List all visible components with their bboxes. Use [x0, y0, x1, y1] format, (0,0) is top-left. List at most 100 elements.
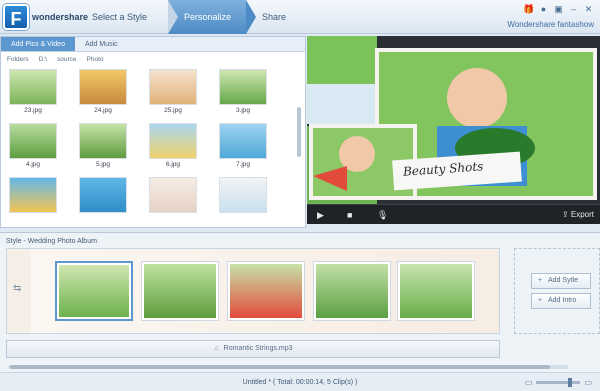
export-icon: ⇪: [561, 210, 569, 219]
breadcrumb-item[interactable]: Folders: [7, 56, 29, 63]
add-style-button[interactable]: + Add Sytle: [531, 273, 591, 289]
status-bar: Untitled * ( Total: 00:00:14, 5 Clip(s) …: [0, 372, 600, 391]
clip-scene: [144, 264, 216, 318]
gift-icon[interactable]: 🎁: [523, 4, 534, 15]
preview-player: Beauty Shots: [307, 36, 600, 224]
clip-thumbnail[interactable]: [227, 261, 305, 321]
preview-image: [307, 36, 600, 204]
chevron-icon: [246, 0, 256, 34]
file-thumbnail[interactable]: [5, 177, 61, 215]
minimize-icon[interactable]: –: [568, 4, 579, 15]
step-personalize[interactable]: Personalize: [168, 0, 256, 34]
photo-thumbnail: [9, 69, 57, 105]
library-tabs: Add Pics & Video Add Music: [1, 37, 305, 52]
breadcrumb-item[interactable]: Photo: [87, 56, 104, 63]
clip-scene: [59, 265, 129, 317]
photo-thumbnail: [149, 69, 197, 105]
vertical-scrollbar[interactable]: [297, 107, 301, 157]
file-thumbnail[interactable]: 24.jpg: [75, 69, 131, 114]
tab-add-music[interactable]: Add Music: [75, 37, 128, 51]
scrollbar-thumb[interactable]: [10, 365, 550, 369]
clip-thumbnail[interactable]: [55, 261, 133, 321]
file-thumbnail[interactable]: 6.jpg: [145, 123, 201, 168]
strip-handle[interactable]: ⇆: [7, 249, 31, 333]
zoom-knob[interactable]: [568, 378, 573, 387]
export-button[interactable]: ⇪ Export: [552, 205, 594, 225]
clip-scene: [316, 264, 388, 318]
photo-thumbnail: [149, 177, 197, 213]
photo-thumbnail: [219, 69, 267, 105]
file-name: 4.jpg: [25, 161, 41, 168]
file-name: 5.jpg: [95, 161, 111, 168]
wizard-steps: Select a Style Personalize Share: [76, 0, 324, 34]
photo-thumbnail: [79, 177, 127, 213]
file-name: 3.jpg: [235, 107, 251, 114]
file-thumbnail[interactable]: 23.jpg: [5, 69, 61, 114]
zoom-in-icon[interactable]: ▭: [584, 378, 592, 387]
breadcrumb-item[interactable]: D:\: [39, 56, 47, 63]
photo-thumbnail: [219, 177, 267, 213]
close-icon[interactable]: ✕: [583, 4, 594, 15]
photo-thumbnail: [9, 123, 57, 159]
horizontal-scrollbar[interactable]: [8, 365, 568, 369]
file-thumbnail[interactable]: 4.jpg: [5, 123, 61, 168]
stop-icon[interactable]: ■: [347, 205, 352, 225]
file-name: 23.jpg: [24, 107, 42, 114]
clip-thumbnail[interactable]: [313, 261, 391, 321]
play-icon[interactable]: ▶: [317, 205, 324, 225]
header: F wondershare Select a Style Personalize…: [0, 0, 600, 34]
zoom-slider[interactable]: [536, 378, 581, 387]
clip-strip: ⇆: [6, 248, 500, 334]
chat-icon[interactable]: ▣: [553, 4, 564, 15]
music-note-icon: ♫: [213, 345, 219, 352]
brand-name: Wondershare fantashow: [507, 20, 594, 29]
file-thumbnail[interactable]: [215, 177, 271, 215]
photo-thumbnail: [79, 69, 127, 105]
add-intro-label: Add Intro: [548, 297, 577, 304]
swap-icon[interactable]: ⇆: [13, 283, 21, 294]
clip-thumbnail[interactable]: [141, 261, 219, 321]
thumbnail-grid: 23.jpg 24.jpg 25.jpg 3.jpg 4.jpg 5.jpg 6…: [5, 69, 295, 227]
microphone-icon[interactable]: 🎙: [377, 205, 388, 225]
player-controls: ▶ ■ 🎙 ⇪ Export: [307, 204, 600, 224]
photo-thumbnail: [9, 177, 57, 213]
breadcrumb: Folders D:\ source Photo: [1, 52, 305, 67]
file-thumbnail[interactable]: [145, 177, 201, 215]
tab-add-pics-video[interactable]: Add Pics & Video: [1, 37, 75, 51]
file-name: 25.jpg: [164, 107, 182, 114]
chevron-icon: [168, 0, 178, 34]
storyboard: Style - Wedding Photo Album ⇆ + Add Sytl…: [0, 232, 600, 391]
export-label: Export: [570, 210, 594, 219]
step-label: Select a Style: [92, 12, 148, 22]
file-thumbnail[interactable]: [75, 177, 131, 215]
add-intro-button[interactable]: + Add Intro: [531, 293, 591, 309]
clip-thumbnail[interactable]: [397, 261, 475, 321]
photo-thumbnail: [149, 123, 197, 159]
project-status: Untitled * ( Total: 00:00:14, 5 Clip(s) …: [242, 379, 358, 386]
comment-icon[interactable]: ●: [538, 4, 549, 15]
step-label: Share: [262, 12, 287, 22]
header-icons: 🎁 ● ▣ – ✕: [523, 4, 594, 15]
style-title: Style - Wedding Photo Album: [6, 238, 97, 245]
music-file-name: Romantic Strings.mp3: [223, 345, 293, 352]
step-share[interactable]: Share: [246, 0, 324, 34]
photo-thumbnail: [219, 123, 267, 159]
file-name: 7.jpg: [235, 161, 251, 168]
add-style-label: Add Sytle: [548, 277, 578, 284]
file-thumbnail[interactable]: 25.jpg: [145, 69, 201, 114]
add-actions-panel: + Add Sytle + Add Intro: [514, 248, 600, 334]
file-thumbnail[interactable]: 3.jpg: [215, 69, 271, 114]
file-thumbnail[interactable]: 7.jpg: [215, 123, 271, 168]
step-label: Personalize: [184, 12, 232, 22]
plus-icon: +: [538, 277, 543, 284]
zoom-out-icon[interactable]: ▭: [525, 378, 533, 387]
step-select-style[interactable]: Select a Style: [76, 0, 178, 34]
music-track[interactable]: ♫ Romantic Strings.mp3: [6, 340, 500, 358]
breadcrumb-item[interactable]: source: [57, 56, 77, 63]
logo-badge-icon: F: [3, 4, 29, 30]
file-thumbnail[interactable]: 5.jpg: [75, 123, 131, 168]
clip-scene: [230, 264, 302, 318]
plus-icon: +: [538, 297, 543, 304]
photo-thumbnail: [79, 123, 127, 159]
zoom-control: ▭ ▭: [525, 378, 592, 387]
